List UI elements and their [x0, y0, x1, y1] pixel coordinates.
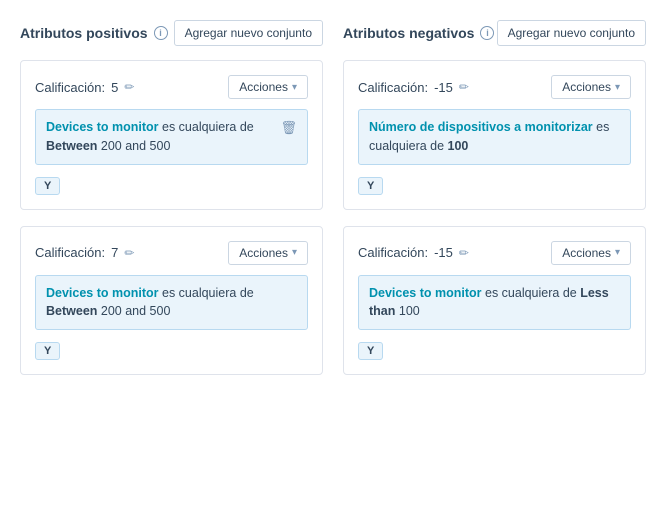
negative-card-1-condition-link: Número de dispositivos a monitorizar: [369, 120, 593, 134]
positive-card-1-condition-text: Devices to monitor es cualquiera de Betw…: [46, 118, 272, 156]
positive-card-2-acciones-label: Acciones: [239, 246, 288, 260]
negative-card-2-edit-icon[interactable]: ✏: [459, 246, 469, 260]
positive-card-1-edit-icon[interactable]: ✏: [124, 80, 134, 94]
positive-card-2-header: Calificación: 7 ✏ Acciones ▾: [35, 241, 308, 265]
positive-card-1-and-badge: Y: [35, 175, 308, 195]
main-columns: Atributos positivos i Agregar nuevo conj…: [20, 20, 646, 391]
negative-add-button[interactable]: Agregar nuevo conjunto: [497, 20, 646, 46]
positive-card-2-acciones-button[interactable]: Acciones ▾: [228, 241, 308, 265]
positive-card-1-acciones-button[interactable]: Acciones ▾: [228, 75, 308, 99]
positive-card-2-score-value: 7: [111, 245, 118, 260]
positive-card-1-condition-mid: es cualquiera de: [159, 120, 254, 134]
negative-card-2-condition-link: Devices to monitor: [369, 286, 482, 300]
positive-card-2-edit-icon[interactable]: ✏: [124, 246, 134, 260]
positive-card-1-dropdown-arrow: ▾: [292, 82, 297, 93]
positive-card-1-score-label: Calificación:: [35, 80, 105, 95]
positive-card-2-score: Calificación: 7 ✏: [35, 245, 134, 260]
negative-card-1-score-value: -15: [434, 80, 453, 95]
positive-column-header: Atributos positivos i Agregar nuevo conj…: [20, 20, 323, 46]
negative-card-2-condition-rest: 100: [395, 304, 419, 318]
positive-card-1-header: Calificación: 5 ✏ Acciones ▾: [35, 75, 308, 99]
negative-title-group: Atributos negativos i: [343, 25, 494, 41]
negative-card-1-header: Calificación: -15 ✏ Acciones ▾: [358, 75, 631, 99]
positive-card-2-condition-bold: Between: [46, 304, 97, 318]
positive-card-1-acciones-label: Acciones: [239, 80, 288, 94]
positive-add-button[interactable]: Agregar nuevo conjunto: [174, 20, 323, 46]
negative-card-1-edit-icon[interactable]: ✏: [459, 80, 469, 94]
negative-card-2-and-label: Y: [358, 342, 383, 360]
positive-card-1-condition-link: Devices to monitor: [46, 120, 159, 134]
positive-card-1-condition-rest: 200 and 500: [97, 139, 170, 153]
negative-card-2-and-badge: Y: [358, 340, 631, 360]
negative-card-1-condition-bold: 100: [448, 139, 469, 153]
negative-card-2-condition-mid: es cualquiera de: [482, 286, 581, 300]
negative-card-1-dropdown-arrow: ▾: [615, 82, 620, 93]
negative-card-2-score-label: Calificación:: [358, 245, 428, 260]
negative-card-2-condition: Devices to monitor es cualquiera de Less…: [358, 275, 631, 331]
positive-card-2-condition-text: Devices to monitor es cualquiera de Betw…: [46, 284, 297, 322]
negative-card-1-score: Calificación: -15 ✏: [358, 80, 469, 95]
negative-column-header: Atributos negativos i Agregar nuevo conj…: [343, 20, 646, 46]
negative-card-2-score: Calificación: -15 ✏: [358, 245, 469, 260]
negative-card-2-dropdown-arrow: ▾: [615, 247, 620, 258]
negative-card-1-and-badge: Y: [358, 175, 631, 195]
negative-card-2-acciones-button[interactable]: Acciones ▾: [551, 241, 631, 265]
positive-card-2-score-label: Calificación:: [35, 245, 105, 260]
negative-card-1-condition-text: Número de dispositivos a monitorizar es …: [369, 118, 620, 156]
positive-column-title: Atributos positivos: [20, 25, 148, 41]
negative-attributes-column: Atributos negativos i Agregar nuevo conj…: [343, 20, 646, 391]
negative-card-1-acciones-button[interactable]: Acciones ▾: [551, 75, 631, 99]
positive-card-1-score-value: 5: [111, 80, 118, 95]
positive-card-2-condition-mid: es cualquiera de: [159, 286, 254, 300]
positive-card-1: Calificación: 5 ✏ Acciones ▾ Devices to …: [20, 60, 323, 210]
positive-info-icon[interactable]: i: [154, 26, 168, 40]
positive-card-2-and-badge: Y: [35, 340, 308, 360]
positive-card-2-and-label: Y: [35, 342, 60, 360]
negative-card-1: Calificación: -15 ✏ Acciones ▾ Número de…: [343, 60, 646, 210]
positive-card-2-condition-rest: 200 and 500: [97, 304, 170, 318]
negative-card-2-condition-text: Devices to monitor es cualquiera de Less…: [369, 284, 620, 322]
negative-card-1-score-label: Calificación:: [358, 80, 428, 95]
positive-card-2-dropdown-arrow: ▾: [292, 247, 297, 258]
negative-card-2: Calificación: -15 ✏ Acciones ▾ Devices t…: [343, 226, 646, 376]
negative-card-1-and-label: Y: [358, 177, 383, 195]
positive-card-2-condition: Devices to monitor es cualquiera de Betw…: [35, 275, 308, 331]
negative-card-2-acciones-label: Acciones: [562, 246, 611, 260]
positive-card-2: Calificación: 7 ✏ Acciones ▾ Devices to …: [20, 226, 323, 376]
positive-card-1-condition-bold: Between: [46, 139, 97, 153]
positive-card-1-score: Calificación: 5 ✏: [35, 80, 134, 95]
negative-card-2-header: Calificación: -15 ✏ Acciones ▾: [358, 241, 631, 265]
positive-attributes-column: Atributos positivos i Agregar nuevo conj…: [20, 20, 323, 391]
negative-card-1-condition: Número de dispositivos a monitorizar es …: [358, 109, 631, 165]
positive-card-1-and-label: Y: [35, 177, 60, 195]
negative-card-1-acciones-label: Acciones: [562, 80, 611, 94]
negative-card-2-score-value: -15: [434, 245, 453, 260]
positive-title-group: Atributos positivos i: [20, 25, 168, 41]
negative-info-icon[interactable]: i: [480, 26, 494, 40]
positive-card-2-condition-link: Devices to monitor: [46, 286, 159, 300]
positive-card-1-delete-icon[interactable]: 🗑: [280, 120, 297, 136]
negative-column-title: Atributos negativos: [343, 25, 474, 41]
positive-card-1-condition: Devices to monitor es cualquiera de Betw…: [35, 109, 308, 165]
